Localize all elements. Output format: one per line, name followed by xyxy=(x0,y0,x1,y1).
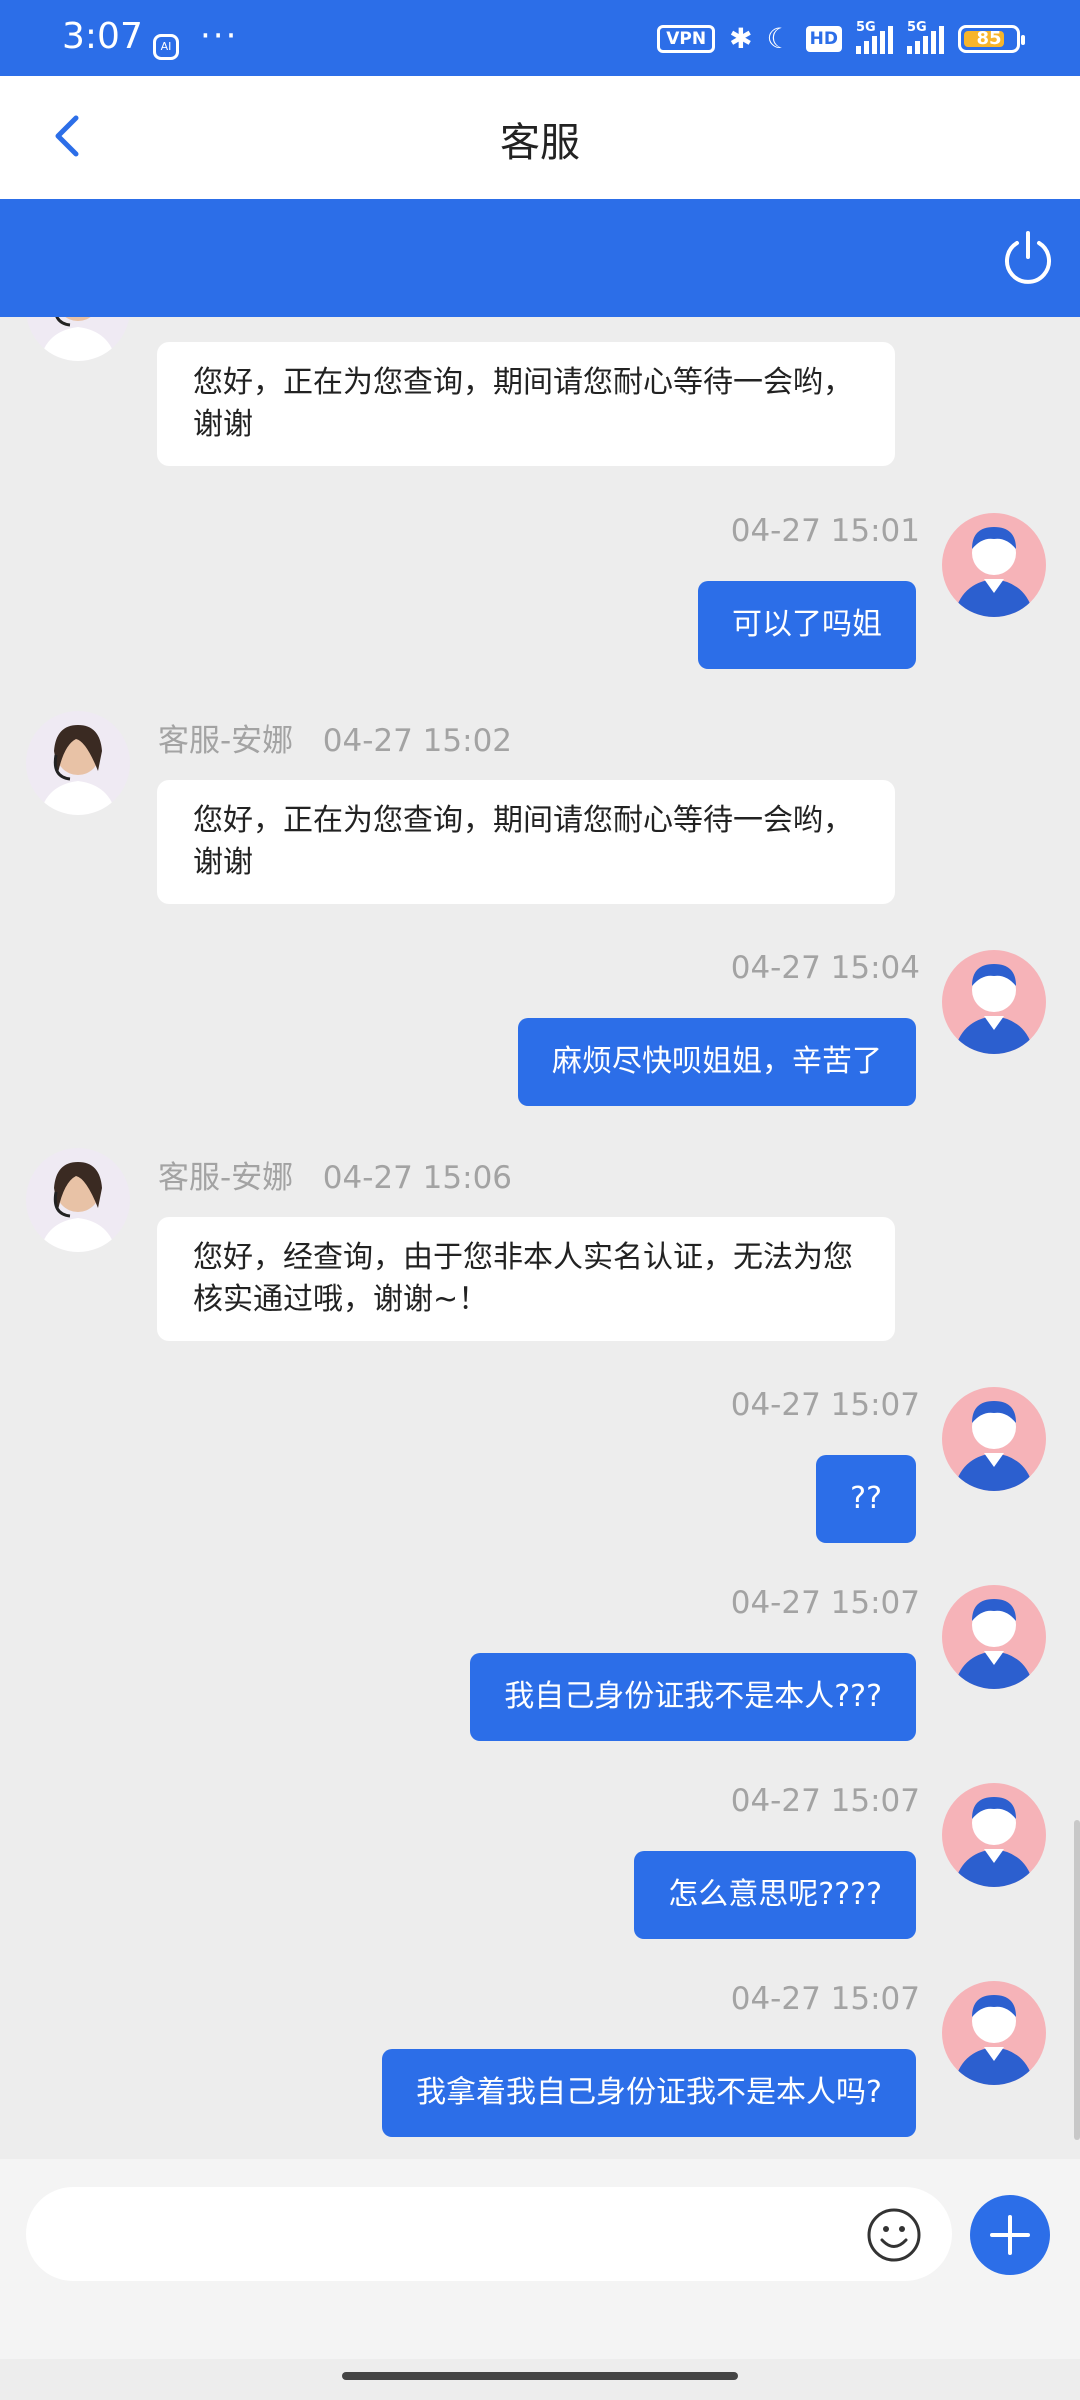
user-avatar xyxy=(942,1387,1046,1491)
emoji-icon[interactable] xyxy=(866,2207,922,2263)
session-bar xyxy=(0,199,1080,317)
user-message-bubble: 我自己身份证我不是本人??? xyxy=(470,1653,916,1741)
message-timestamp: 04-27 15:02 xyxy=(322,723,513,759)
agent-meta: 客服-安娜 04-27 15:02 xyxy=(158,715,512,760)
signal-icon-2: 5G xyxy=(907,20,944,54)
title-bar: 客服 xyxy=(0,76,1080,199)
user-avatar xyxy=(942,1783,1046,1887)
home-indicator[interactable] xyxy=(342,2372,738,2380)
bluetooth-icon: ✱ xyxy=(729,22,753,55)
message-timestamp: 04-27 15:06 xyxy=(322,1160,513,1196)
chat-scrollbar[interactable] xyxy=(1074,1820,1080,2140)
status-bar: 3:07 AI ··· VPN ✱ ☾ HD 5G 5G 85 xyxy=(0,0,1080,76)
ai-app-icon: AI xyxy=(153,34,179,60)
power-icon[interactable] xyxy=(1000,227,1056,287)
agent-message-bubble: 您好，正在为您查询，期间请您耐心等待一会哟，谢谢 xyxy=(157,342,895,466)
sender-name: 客服-安娜 xyxy=(158,1160,294,1196)
agent-message-bubble: 您好，正在为您查询，期间请您耐心等待一会哟，谢谢 xyxy=(157,780,895,904)
battery-icon: 85 xyxy=(958,25,1025,53)
page-title: 客服 xyxy=(500,120,580,166)
hd-icon: HD xyxy=(805,26,842,52)
message-timestamp: 04-27 15:07 xyxy=(730,1387,920,1423)
user-avatar xyxy=(942,513,1046,617)
message-timestamp: 04-27 15:07 xyxy=(730,1783,920,1819)
moon-icon: ☾ xyxy=(766,22,792,55)
vpn-icon: VPN xyxy=(657,25,716,53)
signal-icon-1: 5G xyxy=(856,20,893,54)
message-timestamp: 04-27 15:04 xyxy=(730,950,920,986)
user-message-bubble: 怎么意思呢???? xyxy=(634,1851,916,1939)
message-timestamp: 04-27 15:07 xyxy=(730,1981,920,2017)
user-message-bubble: 可以了吗姐 xyxy=(698,581,916,669)
battery-level: 85 xyxy=(976,28,1002,49)
more-notifications-icon: ··· xyxy=(200,16,239,56)
status-time: 3:07 xyxy=(62,16,143,57)
agent-message-bubble: 您好，经查询，由于您非本人实名认证，无法为您核实通过哦，谢谢~！ xyxy=(157,1217,895,1341)
user-avatar xyxy=(942,1585,1046,1689)
agent-avatar xyxy=(26,711,130,815)
status-icons: VPN ✱ ☾ HD 5G 5G 85 xyxy=(657,20,1025,55)
agent-meta: 客服-安娜 04-27 15:06 xyxy=(158,1152,512,1197)
user-message-bubble: 麻烦尽快呗姐姐，辛苦了 xyxy=(518,1018,916,1106)
user-avatar xyxy=(942,1981,1046,2085)
add-attachment-button[interactable] xyxy=(970,2195,1050,2275)
user-message-bubble: 我拿着我自己身份证我不是本人吗? xyxy=(382,2049,916,2137)
plus-icon xyxy=(990,2215,1030,2255)
sender-name: 客服-安娜 xyxy=(158,723,294,759)
message-timestamp: 04-27 15:01 xyxy=(730,513,920,549)
message-timestamp: 04-27 15:07 xyxy=(730,1585,920,1621)
agent-avatar xyxy=(26,317,130,361)
user-avatar xyxy=(942,950,1046,1054)
user-message-bubble: ?? xyxy=(816,1455,916,1543)
chat-area[interactable]: 您好，正在为您查询，期间请您耐心等待一会哟，谢谢 04-27 15:01 可以了… xyxy=(0,317,1080,2159)
agent-avatar xyxy=(26,1148,130,1252)
input-bar xyxy=(0,2159,1080,2359)
message-input[interactable] xyxy=(26,2187,952,2281)
